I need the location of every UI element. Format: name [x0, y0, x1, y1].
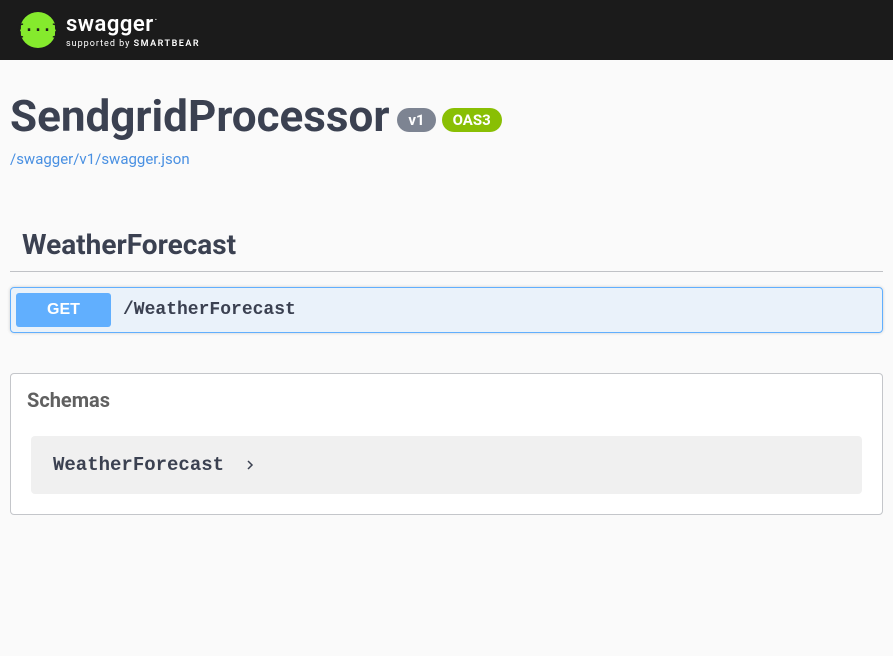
- supported-brand: SMARTBEAR: [134, 39, 200, 49]
- schema-item[interactable]: WeatherForecast: [31, 436, 862, 494]
- spec-link[interactable]: /swagger/v1/swagger.json: [10, 150, 883, 168]
- operation-block[interactable]: GET /WeatherForecast: [10, 287, 883, 333]
- tag-header[interactable]: WeatherForecast: [10, 218, 883, 272]
- api-info: SendgridProcessor v1 OAS3 /swagger/v1/sw…: [10, 90, 883, 168]
- operation-path: /WeatherForecast: [123, 300, 296, 320]
- schemas-section: Schemas WeatherForecast: [10, 373, 883, 515]
- schema-name: WeatherForecast: [53, 454, 224, 476]
- tag-name: WeatherForecast: [22, 228, 236, 261]
- brand-subtitle: supported by SMARTBEAR: [66, 39, 200, 49]
- topbar-inner: {···} swagger . supported by SMARTBEAR: [0, 12, 220, 49]
- supported-prefix: supported by: [66, 39, 134, 49]
- schemas-header[interactable]: Schemas: [11, 374, 882, 426]
- chevron-right-icon: [244, 457, 256, 473]
- logo-glyph: {···}: [15, 21, 60, 39]
- version-badge: v1: [397, 108, 435, 132]
- operation-summary[interactable]: GET /WeatherForecast: [11, 288, 882, 332]
- api-title: SendgridProcessor: [10, 90, 389, 142]
- main-content: SendgridProcessor v1 OAS3 /swagger/v1/sw…: [0, 60, 893, 525]
- brand-block: swagger . supported by SMARTBEAR: [66, 12, 200, 49]
- tag-section: WeatherForecast GET /WeatherForecast: [10, 218, 883, 333]
- title-row: SendgridProcessor v1 OAS3: [10, 90, 883, 142]
- topbar: {···} swagger . supported by SMARTBEAR: [0, 0, 893, 60]
- brand-name: swagger: [66, 12, 154, 37]
- oas-badge: OAS3: [442, 108, 502, 132]
- method-badge-get: GET: [16, 293, 111, 327]
- schemas-title: Schemas: [27, 388, 110, 412]
- swagger-logo-icon: {···}: [20, 12, 56, 48]
- trademark-symbol: .: [155, 12, 158, 23]
